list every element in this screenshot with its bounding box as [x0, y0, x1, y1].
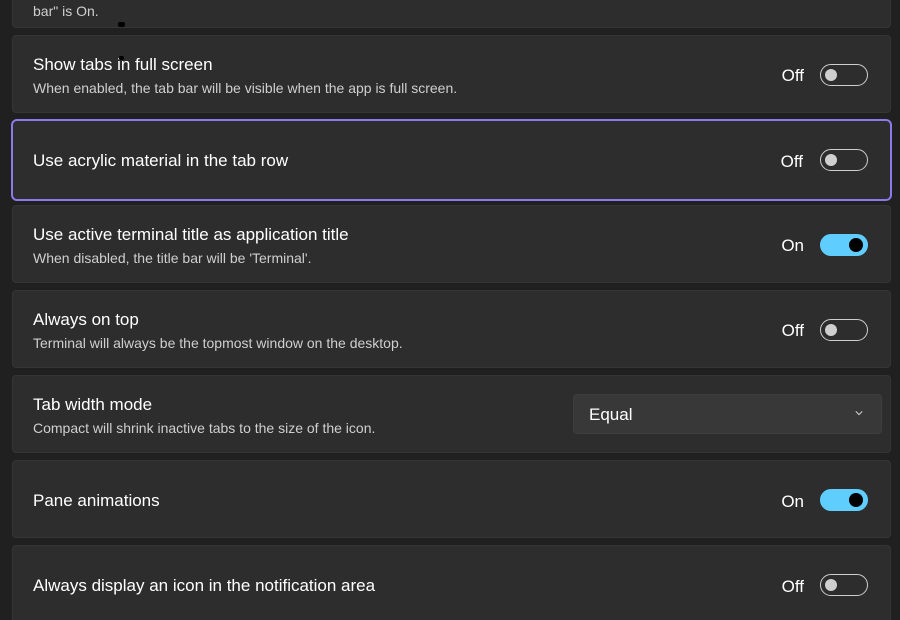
show-tabs-full-screen-toggle[interactable] [820, 64, 868, 86]
toggle-state-label: Off [781, 577, 804, 596]
setting-title: Tab width mode [33, 395, 153, 414]
toggle-knob [849, 493, 863, 507]
setting-description: When disabled, the title bar will be 'Te… [33, 250, 312, 266]
settings-page: bar" is On. Show tabs in full screen Whe… [0, 0, 900, 620]
toggle-state-label: Off [781, 66, 804, 85]
setting-title: Always display an icon in the notificati… [33, 576, 376, 595]
setting-card-tab-width-mode: Tab width mode Compact will shrink inact… [12, 375, 891, 453]
setting-description: Compact will shrink inactive tabs to the… [33, 420, 376, 436]
setting-title: Pane animations [33, 491, 160, 510]
setting-description: bar" is On. [33, 3, 99, 19]
toggle-knob [825, 154, 837, 166]
setting-card-show-tabs-full-screen: Show tabs in full screen When enabled, t… [12, 35, 891, 113]
toggle-knob [825, 324, 837, 336]
setting-title: Always on top [33, 310, 139, 329]
setting-card-acrylic-tab-row: Use acrylic material in the tab row Off [11, 119, 892, 201]
pane-animations-toggle[interactable] [820, 489, 868, 511]
setting-title: Use acrylic material in the tab row [33, 151, 289, 170]
acrylic-tab-row-toggle[interactable] [820, 149, 868, 171]
setting-card-notification-area-icon: Always display an icon in the notificati… [12, 545, 891, 620]
setting-title: Use active terminal title as application… [33, 225, 349, 244]
notification-area-icon-toggle[interactable] [820, 574, 868, 596]
chevron-down-icon [855, 411, 863, 416]
toggle-knob [825, 69, 837, 81]
toggle-state-label: Off [780, 152, 803, 171]
active-terminal-title-toggle[interactable] [820, 234, 868, 256]
dropdown-selected-value: Equal [589, 405, 633, 424]
always-on-top-toggle[interactable] [820, 319, 868, 341]
text-cursor-icon [118, 22, 125, 27]
text-cursor-icon [119, 56, 124, 60]
setting-card-pane-animations: Pane animations On [12, 460, 891, 538]
setting-card-partial: bar" is On. [12, 0, 891, 28]
toggle-state-label: Off [781, 321, 804, 340]
toggle-knob [825, 579, 837, 591]
setting-card-always-on-top: Always on top Terminal will always be th… [12, 290, 891, 368]
setting-description: Terminal will always be the topmost wind… [33, 335, 403, 351]
tab-width-mode-dropdown[interactable]: Equal [573, 394, 882, 434]
setting-card-active-terminal-title: Use active terminal title as application… [12, 205, 891, 283]
toggle-state-label: On [781, 492, 804, 511]
setting-description: When enabled, the tab bar will be visibl… [33, 80, 458, 96]
toggle-state-label: On [781, 236, 804, 255]
toggle-knob [849, 238, 863, 252]
